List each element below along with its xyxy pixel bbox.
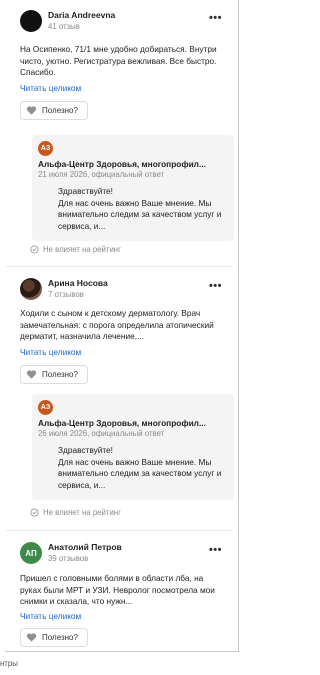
avatar[interactable] xyxy=(20,10,42,32)
org-avatar: АЗ xyxy=(38,400,53,415)
official-reply: АЗ Альфа-Центр Здоровья, многопрофил... … xyxy=(32,394,234,500)
divider xyxy=(6,530,233,531)
shield-icon xyxy=(30,245,39,254)
review-text: Пришел с головными болями в области лба,… xyxy=(20,573,215,606)
helpful-label: Полезно? xyxy=(42,633,78,642)
review-header: Daria Andreevna 41 отзыв ••• xyxy=(12,8,234,38)
official-reply: АЗ Альфа-Центр Здоровья, многопрофил... … xyxy=(32,135,234,241)
org-name[interactable]: Альфа-Центр Здоровья, многопрофил... xyxy=(38,418,206,428)
reply-text: Здравствуйте! Для нас очень важно Ваше м… xyxy=(58,445,222,490)
review-text: Ходили с сыном к детскому дерматологу. В… xyxy=(20,308,214,341)
helpful-label: Полезно? xyxy=(42,106,78,115)
author-review-count: 7 отзывов xyxy=(48,290,84,299)
avatar[interactable] xyxy=(20,278,42,300)
read-more-link[interactable]: Читать целиком xyxy=(20,347,81,357)
review-card: Daria Andreevna 41 отзыв ••• На Осипенко… xyxy=(12,8,234,258)
footer-fragment: нтры xyxy=(0,659,18,668)
review-card: Арина Носова 7 отзывов ••• Ходили с сыно… xyxy=(12,276,234,526)
heart-icon xyxy=(26,106,37,115)
reply-text: Здравствуйте! Для нас очень важно Ваше м… xyxy=(58,186,222,231)
shield-icon xyxy=(30,508,39,517)
author-review-count: 41 отзыв xyxy=(48,22,80,31)
rating-note-text: Не влияет на рейтинг xyxy=(43,245,121,254)
helpful-button[interactable]: Полезно? xyxy=(20,365,88,384)
rating-note: Не влияет на рейтинг xyxy=(30,245,121,254)
rating-note-text: Не влияет на рейтинг xyxy=(43,508,121,517)
more-options-icon[interactable]: ••• xyxy=(209,12,222,24)
helpful-label: Полезно? xyxy=(42,370,78,379)
reply-date: 26 июля 2026, официальный ответ xyxy=(38,429,165,438)
helpful-button[interactable]: Полезно? xyxy=(20,101,88,120)
org-name[interactable]: Альфа-Центр Здоровья, многопрофил... xyxy=(38,159,206,169)
author-name[interactable]: Анатолий Петров xyxy=(48,542,122,552)
divider xyxy=(6,266,233,267)
review-header: Арина Носова 7 отзывов ••• xyxy=(12,276,234,306)
reply-date: 21 июля 2026, официальный ответ xyxy=(38,170,165,179)
author-name[interactable]: Арина Носова xyxy=(48,278,108,288)
rating-note: Не влияет на рейтинг xyxy=(30,508,121,517)
read-more-link[interactable]: Читать целиком xyxy=(20,83,81,93)
review-text: На Осипенко, 71/1 мне удобно добираться.… xyxy=(20,44,217,77)
avatar[interactable]: АП xyxy=(20,542,42,564)
more-options-icon[interactable]: ••• xyxy=(209,544,222,556)
heart-icon xyxy=(26,633,37,642)
helpful-button[interactable]: Полезно? xyxy=(20,628,88,647)
read-more-link[interactable]: Читать целиком xyxy=(20,611,81,621)
more-options-icon[interactable]: ••• xyxy=(209,280,222,292)
review-card: АП Анатолий Петров 39 отзывов ••• Пришел… xyxy=(12,540,234,650)
org-avatar: АЗ xyxy=(38,141,53,156)
author-name[interactable]: Daria Andreevna xyxy=(48,10,115,20)
review-header: АП Анатолий Петров 39 отзывов ••• xyxy=(12,540,234,570)
heart-icon xyxy=(26,370,37,379)
author-review-count: 39 отзывов xyxy=(48,554,89,563)
